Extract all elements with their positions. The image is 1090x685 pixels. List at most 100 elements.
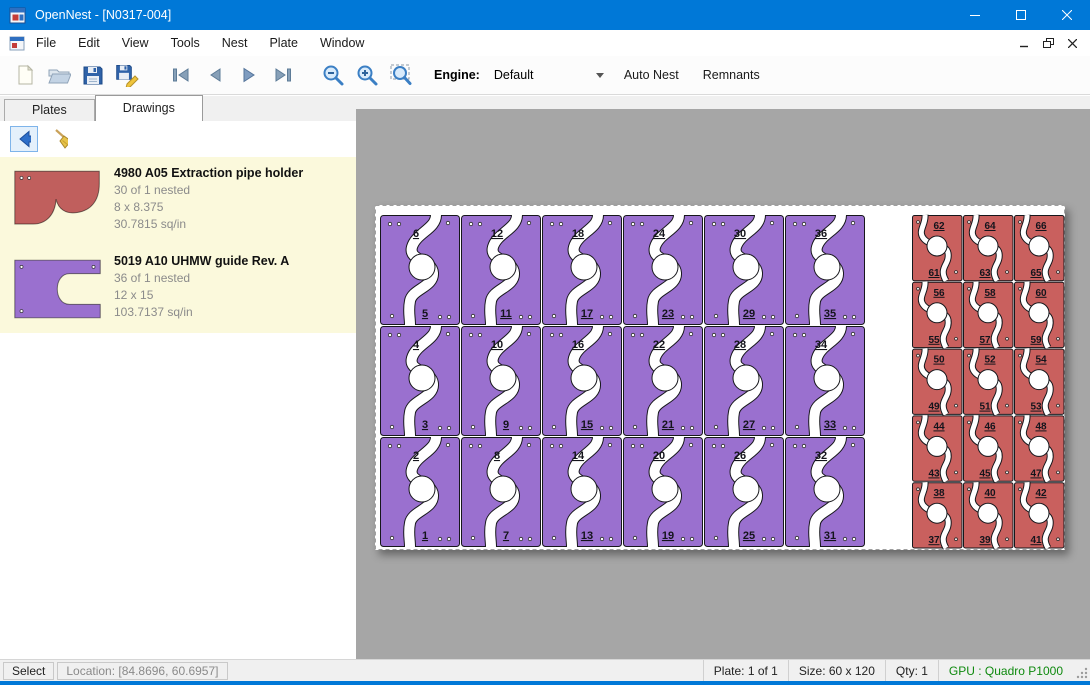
nested-part-pair[interactable]: 58 57 [964, 282, 1014, 348]
zoom-in-button[interactable] [350, 59, 384, 91]
drawing-list-item[interactable]: 4980 A05 Extraction pipe holder 30 of 1 … [0, 157, 356, 245]
nest-canvas[interactable]: 6512111817242330293635431091615222128273… [356, 96, 1090, 659]
menu-window[interactable]: Window [309, 30, 375, 56]
part-number: 36 [815, 228, 827, 240]
zoom-out-button[interactable] [316, 59, 350, 91]
nested-part-pair[interactable]: 6665 [1015, 215, 1065, 281]
remnants-button[interactable]: Remnants [693, 62, 770, 88]
part-number: 35 [824, 308, 836, 320]
plate[interactable]: 6512111817242330293635431091615222128273… [375, 205, 1065, 550]
nested-part-pair[interactable]: 3029 [705, 215, 784, 325]
title-bar: OpenNest - [N0317-004] [0, 0, 1090, 30]
nested-part-pair[interactable]: 4847 [1015, 415, 1065, 481]
part-number: 63 [979, 268, 991, 279]
tab-drawings[interactable]: Drawings [95, 95, 203, 121]
nested-part-pair[interactable]: 3433 [786, 326, 865, 436]
save-as-button[interactable] [110, 59, 144, 91]
window-maximize-button[interactable] [998, 0, 1044, 30]
child-restore-button[interactable] [1038, 34, 1058, 52]
new-button[interactable] [8, 59, 42, 91]
auto-nest-button[interactable]: Auto Nest [614, 62, 689, 88]
nested-part-pair[interactable]: 2625 [705, 437, 784, 547]
menu-nest[interactable]: Nest [211, 30, 259, 56]
nested-part-pair[interactable]: 6463 [964, 215, 1014, 281]
nested-part-pair[interactable]: 2019 [624, 437, 703, 547]
part-number: 59 [1030, 335, 1042, 346]
part-number: 54 [1035, 355, 1047, 366]
nested-part-pair[interactable]: 3837 [913, 482, 963, 548]
nested-part-pair[interactable]: 3231 [786, 437, 865, 547]
child-minimize-button[interactable] [1014, 34, 1034, 52]
menu-view[interactable]: View [111, 30, 160, 56]
part-number: 55 [928, 335, 940, 346]
nested-part-pair[interactable]: 5251 [964, 349, 1014, 415]
nested-part-pair[interactable]: 2423 [624, 215, 703, 325]
nested-part-pair[interactable]: 4241 [1015, 482, 1065, 548]
window-minimize-button[interactable] [952, 0, 998, 30]
nested-part-pair[interactable]: 1413 [543, 437, 622, 547]
nested-part-pair[interactable]: 2827 [705, 326, 784, 436]
child-close-button[interactable] [1062, 34, 1082, 52]
part-number: 60 [1035, 288, 1047, 299]
nested-part-pair[interactable]: 60 59 [1015, 282, 1065, 348]
nested-part-pair[interactable]: 4443 [913, 415, 963, 481]
part-number: 12 [491, 228, 503, 240]
broom-icon [52, 127, 68, 151]
nested-part-pair[interactable]: 5453 [1015, 349, 1065, 415]
window-close-button[interactable] [1044, 0, 1090, 30]
nested-part-pair[interactable]: 1211 [462, 215, 541, 325]
nest-plate-svg[interactable]: 6512111817242330293635431091615222128273… [375, 205, 1065, 550]
nested-part-pair[interactable]: 87 [462, 437, 541, 547]
nested-part-pair[interactable]: 5049 [913, 349, 963, 415]
part-number: 1 [422, 530, 428, 542]
nested-part-pair[interactable]: 21 [381, 437, 460, 547]
part-number: 44 [933, 421, 945, 432]
zoom-in-icon [355, 63, 379, 87]
nested-part-pair[interactable]: 6261 [913, 215, 963, 281]
drawing-size: 8 x 8.375 [114, 199, 303, 216]
part-number: 7 [503, 530, 509, 542]
nested-part-pair[interactable]: 109 [462, 326, 541, 436]
nested-part-pair[interactable]: 1615 [543, 326, 622, 436]
nested-part-pair[interactable]: 5655 [913, 282, 963, 348]
part-number: 57 [979, 335, 991, 346]
last-plate-button[interactable] [266, 59, 300, 91]
resize-grip[interactable] [1075, 666, 1089, 680]
menu-plate[interactable]: Plate [258, 30, 309, 56]
menu-edit[interactable]: Edit [67, 30, 111, 56]
drawing-name: 4980 A05 Extraction pipe holder [114, 165, 303, 182]
zoom-out-icon [321, 63, 345, 87]
save-button[interactable] [76, 59, 110, 91]
nested-part-pair[interactable]: 43 [381, 326, 460, 436]
drawing-list-item[interactable]: 5019 A10 UHMW guide Rev. A 36 of 1 neste… [0, 245, 356, 333]
part-number: 66 [1035, 221, 1047, 232]
part-number: 23 [662, 308, 674, 320]
engine-select[interactable]: Default [488, 63, 610, 87]
part-number: 62 [933, 221, 945, 232]
open-button[interactable] [42, 59, 76, 91]
part-number: 45 [979, 468, 991, 479]
menu-tools[interactable]: Tools [160, 30, 211, 56]
first-plate-button[interactable] [164, 59, 198, 91]
nested-part-pair[interactable]: 4039 [964, 482, 1014, 548]
tab-plates[interactable]: Plates [4, 99, 95, 121]
zoom-fit-button[interactable] [384, 59, 418, 91]
previous-plate-button[interactable] [198, 59, 232, 91]
assign-drawing-button[interactable] [10, 126, 38, 152]
menu-file[interactable]: File [25, 30, 67, 56]
save-icon [82, 64, 104, 86]
next-plate-button[interactable] [232, 59, 266, 91]
clean-drawings-button[interactable] [46, 126, 74, 152]
nested-part-pair[interactable]: 65 [381, 215, 460, 325]
part-number: 58 [984, 288, 996, 299]
nested-part-pair[interactable]: 2221 [624, 326, 703, 436]
nested-part-pair[interactable]: 4645 [964, 415, 1014, 481]
nested-part-pair[interactable]: 1817 [543, 215, 622, 325]
sidebar: Plates Drawings [0, 96, 356, 659]
drawing-nested-count: 36 of 1 nested [114, 270, 289, 287]
status-location: Location: [84.8696, 60.6957] [57, 662, 227, 680]
nested-part-pair[interactable]: 36 35 [786, 215, 865, 325]
blue-arrow-icon [17, 128, 31, 150]
drawing-name: 5019 A10 UHMW guide Rev. A [114, 253, 289, 270]
status-plate: Plate: 1 of 1 [703, 660, 788, 681]
